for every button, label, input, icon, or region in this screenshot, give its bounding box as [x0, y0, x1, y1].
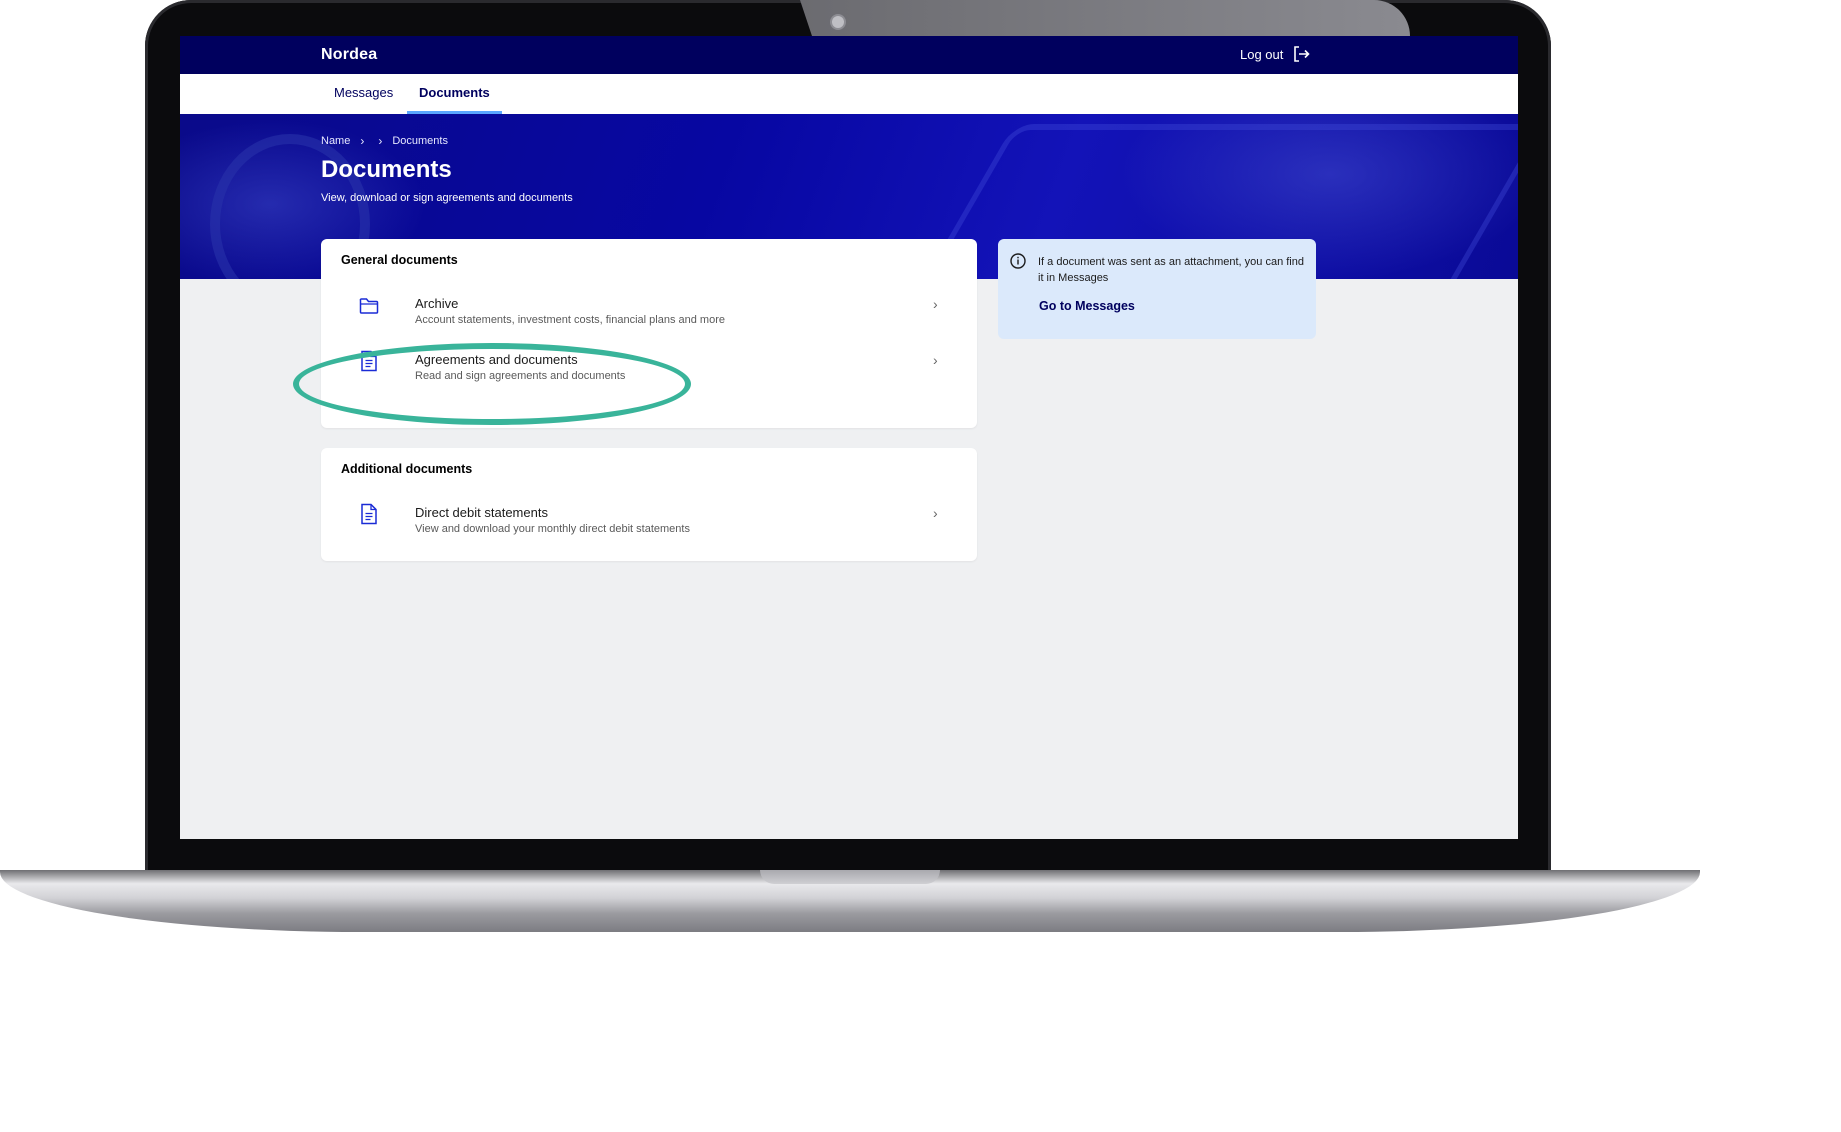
- lid-reflection: [800, 0, 1410, 36]
- chevron-right-icon: ›: [933, 352, 938, 368]
- chevron-right-icon: ›: [933, 296, 938, 312]
- document-icon: [361, 503, 377, 525]
- logout-icon: [1294, 46, 1311, 62]
- info-card: If a document was sent as an attachment,…: [998, 239, 1316, 339]
- tab-bar: Messages Documents: [180, 74, 1518, 114]
- page-subtitle: View, download or sign agreements and do…: [321, 192, 573, 204]
- top-bar: Nordea Log out: [180, 36, 1518, 74]
- laptop-notch: [760, 870, 940, 884]
- tab-messages[interactable]: Messages: [322, 74, 405, 114]
- chevron-right-icon: ›: [933, 505, 938, 521]
- breadcrumb-item-name[interactable]: Name: [321, 135, 350, 147]
- breadcrumb-item-documents: Documents: [392, 135, 448, 147]
- breadcrumb: Name › › Documents: [321, 134, 448, 148]
- camera-icon: [832, 16, 844, 28]
- nordea-logo[interactable]: Nordea: [321, 46, 377, 64]
- logout-label: Log out: [1240, 46, 1284, 62]
- logout-button[interactable]: Log out: [1240, 44, 1311, 64]
- additional-documents-card: Additional documents Direct debit statem…: [321, 448, 977, 561]
- screen: Nordea Log out Messages Documents Name ›…: [180, 36, 1518, 839]
- list-item-direct-debit[interactable]: Direct debit statements View and downloa…: [341, 498, 957, 546]
- folder-icon: [359, 298, 379, 314]
- chevron-right-icon: ›: [378, 134, 383, 148]
- chevron-right-icon: ›: [360, 134, 365, 148]
- list-item-description: Account statements, investment costs, fi…: [415, 314, 725, 326]
- list-item-archive[interactable]: Archive Account statements, investment c…: [341, 289, 957, 337]
- card-title: Additional documents: [341, 462, 473, 476]
- go-to-messages-link[interactable]: Go to Messages: [1039, 299, 1135, 313]
- list-item-description: View and download your monthly direct de…: [415, 523, 690, 535]
- list-item-title: Archive: [415, 296, 459, 311]
- highlight-oval: [293, 343, 691, 425]
- info-text: If a document was sent as an attachment,…: [1038, 256, 1304, 284]
- card-title: General documents: [341, 253, 458, 267]
- tab-documents[interactable]: Documents: [407, 74, 502, 114]
- page-title: Documents: [321, 156, 452, 183]
- list-item-title: Direct debit statements: [415, 505, 548, 520]
- info-icon: [1010, 253, 1026, 269]
